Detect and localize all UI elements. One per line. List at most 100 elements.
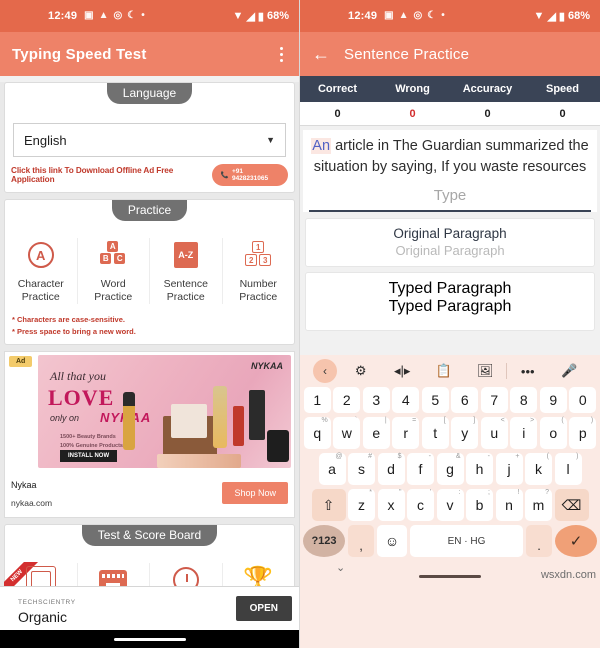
key-u[interactable]: < u [480, 417, 508, 449]
navigation-bar-left [0, 630, 299, 648]
symbols-key[interactable]: ?123 [303, 525, 345, 557]
stat-value-correct: 0 [334, 108, 341, 120]
key-j[interactable]: + j [495, 453, 523, 485]
status-notification-icons: ▣ ▲ ◎ ☾ • [84, 11, 145, 21]
key-x[interactable]: " x [377, 489, 405, 521]
advertisement-card[interactable]: Ad All that you LOVE only on NYKAA 1500+… [4, 350, 295, 518]
open-button[interactable]: OPEN [235, 596, 292, 621]
sentence-practice-icon: A-Z [152, 238, 220, 272]
key-q[interactable]: % q [303, 417, 331, 449]
key-r[interactable]: = r [392, 417, 420, 449]
key-8[interactable]: 8 [510, 387, 538, 413]
key-f[interactable]: -f [407, 453, 434, 485]
backspace-icon[interactable]: ⌫ [554, 489, 589, 521]
key-5[interactable]: 5 [421, 387, 449, 413]
microphone-icon[interactable]: 🎤 [549, 363, 591, 379]
key-0[interactable]: 0 [569, 387, 597, 413]
practice-item-word[interactable]: ABC Word Practice [78, 238, 150, 305]
ad-subtext: 1500+ Beauty Brands 100% Genuine Products [60, 433, 123, 450]
language-selected-value: English [24, 132, 67, 148]
back-arrow-icon[interactable]: ← [312, 45, 330, 63]
key-y[interactable]: ] y [451, 417, 479, 449]
key-l[interactable]: ) l [554, 453, 582, 485]
key-g[interactable]: & g [436, 453, 464, 485]
key-o[interactable]: (o [539, 417, 567, 449]
key-7[interactable]: 7 [480, 387, 508, 413]
key-1[interactable]: 1 [303, 387, 331, 413]
battery-percent: 68% [266, 10, 289, 22]
phone-badge[interactable]: 📞 +91 9428231065 [211, 164, 288, 186]
key-v[interactable]: :v [436, 489, 464, 521]
key-n[interactable]: ! n [495, 489, 523, 521]
ad-badge: Ad [9, 355, 33, 367]
ad-install-button[interactable]: INSTALL NOW [60, 449, 118, 462]
key-s[interactable]: # s [348, 453, 375, 485]
ad-script-line: All that you [50, 368, 106, 383]
paragraph-rest: article in The Guardian summarized the s… [313, 138, 589, 176]
watermark: wsxdn.com [540, 569, 596, 581]
current-word-highlight: An [311, 138, 332, 154]
phone-icon: 📞 [220, 172, 229, 179]
type-input[interactable]: Type [309, 178, 591, 213]
practice-item-sentence[interactable]: A-Z Sentence Practice [150, 238, 223, 305]
key-9[interactable]: 9 [539, 387, 567, 413]
original-paragraph-card[interactable]: Original Paragraph Original Paragraph [305, 218, 595, 268]
key-d[interactable]: $ d [377, 453, 405, 485]
cursor-move-icon[interactable]: ◂|▸ [382, 363, 424, 379]
app-bar-left: Typing Speed Test [0, 32, 299, 76]
key-4[interactable]: 4 [392, 387, 420, 413]
offline-app-link-row[interactable]: Click this link To Download Offline Ad F… [5, 161, 294, 192]
key-c[interactable]: ' c [407, 489, 434, 521]
key-e[interactable]: | e [362, 417, 390, 449]
moon-icon: ☾ [427, 10, 437, 21]
chevron-down-icon[interactable]: ⌄ [336, 561, 345, 574]
key-p[interactable]: ) p [569, 417, 597, 449]
number-practice-icon: 123 [225, 238, 293, 272]
wifi-icon: ▼ [533, 10, 545, 22]
practice-item-character[interactable]: A Character Practice [5, 238, 78, 305]
chevron-left-icon[interactable]: ‹ [310, 359, 340, 383]
overflow-menu-icon[interactable] [276, 43, 287, 66]
stat-header-wrong: Wrong [395, 83, 430, 95]
install-banner[interactable]: TECHSCIENTRY Organic OPEN [0, 586, 299, 630]
install-banner-text: TECHSCIENTRY Organic [18, 598, 76, 625]
keyboard-row-home: @ a # s $ d -f & g -h + j (k ) l [300, 453, 600, 485]
clipboard-icon[interactable]: 📋 [423, 363, 465, 379]
sticker-icon[interactable]: 🖼 [465, 363, 507, 379]
key-2[interactable]: 2 [333, 387, 361, 413]
signal-icon: ◢ [547, 10, 556, 23]
check-icon[interactable]: ✓ [555, 525, 597, 557]
shift-icon[interactable]: ⇧ [311, 489, 346, 521]
gear-icon[interactable]: ⚙ [340, 363, 382, 379]
practice-label: Character Practice [17, 278, 64, 304]
practice-label: Sentence Practice [163, 278, 208, 304]
whatsapp-icon: ◎ [113, 10, 123, 21]
comma-key[interactable]: , [348, 525, 374, 557]
key-t[interactable]: [t [421, 417, 449, 449]
language-select[interactable]: English ▼ [13, 123, 286, 157]
practice-item-number[interactable]: 123 Number Practice [223, 238, 295, 304]
period-key[interactable]: . [526, 525, 552, 557]
typed-paragraph-card[interactable]: Typed Paragraph Typed Paragraph [305, 272, 595, 332]
battery-percent: 68% [567, 10, 590, 22]
app-bar-right: ← Sentence Practice [300, 32, 600, 76]
key-z[interactable]: * z [348, 489, 375, 521]
key-h[interactable]: -h [466, 453, 493, 485]
key-w[interactable]: ` w [333, 417, 361, 449]
key-i[interactable]: > i [510, 417, 538, 449]
key-a[interactable]: @ a [318, 453, 346, 485]
ad-products-image [117, 368, 289, 468]
status-right-icons: ▼ ◢ ▮ 68% [233, 10, 289, 23]
key-6[interactable]: 6 [451, 387, 479, 413]
key-b[interactable]: ; b [466, 489, 493, 521]
space-key[interactable]: EN · HG [410, 525, 523, 557]
key-k[interactable]: (k [525, 453, 552, 485]
more-icon[interactable]: ••• [507, 364, 549, 379]
practice-notes: * Characters are case-sensitive. * Press… [5, 310, 294, 344]
shop-now-button[interactable]: Shop Now [222, 481, 288, 504]
emoji-icon[interactable]: ☺ [377, 525, 407, 557]
key-3[interactable]: 3 [362, 387, 390, 413]
ad-image: All that you LOVE only on NYKAA 1500+ Be… [38, 354, 291, 468]
dot-icon: • [141, 10, 145, 21]
key-m[interactable]: ? m [525, 489, 552, 521]
